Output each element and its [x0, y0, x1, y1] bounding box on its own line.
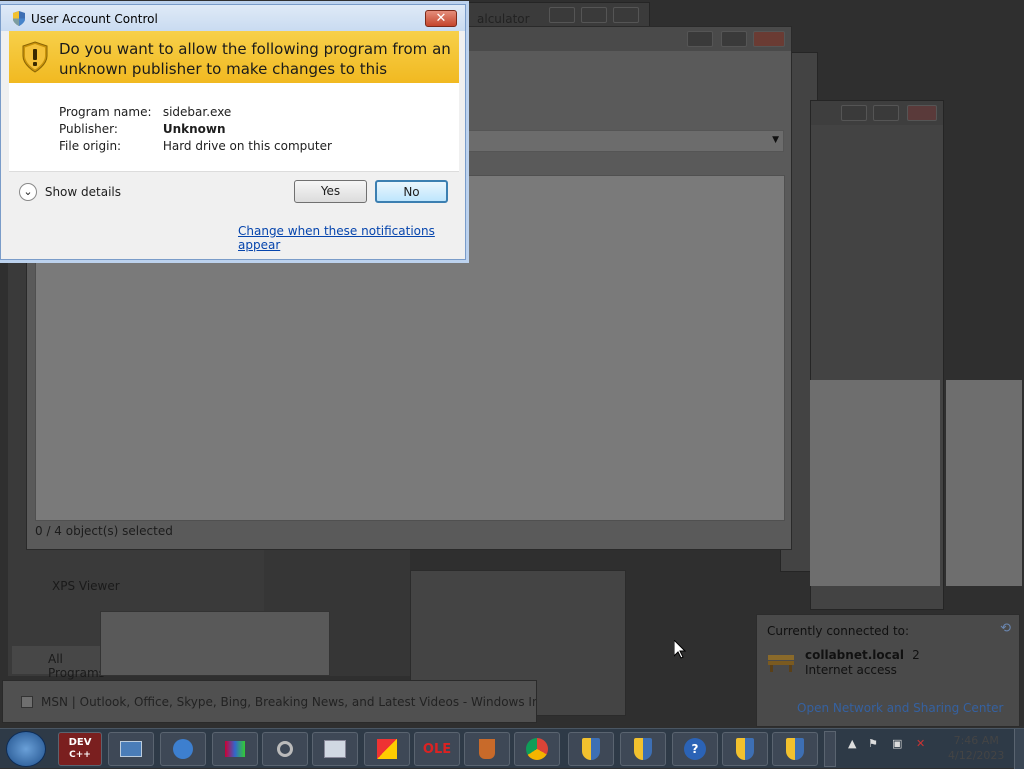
- network-tray-icon[interactable]: ▣: [892, 737, 902, 750]
- calculator-title: alculator: [477, 12, 530, 26]
- uac-question-line1: Do you want to allow the following progr…: [59, 40, 451, 58]
- publisher-row: Publisher: Unknown: [59, 122, 226, 136]
- maximize-button[interactable]: [581, 7, 607, 23]
- no-button[interactable]: No: [375, 180, 448, 203]
- program-name-row: Program name: sidebar.exe: [59, 105, 231, 119]
- network-status: Internet access: [805, 663, 897, 677]
- uac-banner: Do you want to allow the following progr…: [9, 31, 459, 98]
- start-menu-all-programs[interactable]: All Programs: [12, 646, 105, 680]
- tooltip-blank: [100, 611, 330, 676]
- refresh-icon[interactable]: ⟲: [1000, 621, 1011, 636]
- taskbar-clock[interactable]: 7:46 AM 4/12/2023: [948, 733, 1004, 763]
- internet-explorer-icon[interactable]: [160, 732, 206, 766]
- bg-window-tall-titlebar: [811, 101, 943, 125]
- show-details-toggle[interactable]: ⌄ Show details: [19, 183, 121, 201]
- explorer-status: 0 / 4 object(s) selected: [35, 524, 173, 538]
- bg-panel-gray-2: [946, 380, 1022, 586]
- uac-info-panel: Program name: sidebar.exe Publisher: Unk…: [9, 83, 459, 171]
- show-hidden-icons-icon[interactable]: ▲: [848, 737, 856, 750]
- program-name-label: Program name:: [59, 105, 152, 119]
- chrome-icon[interactable]: [514, 732, 560, 766]
- help-glyph: ?: [684, 738, 706, 760]
- taskbar: DEV C++ OLE ? ▲ ⚑ ▣ ✕ 7:46 AM 4/12/2023: [0, 728, 1024, 769]
- msn-thumbnail-item[interactable]: MSN | Outlook, Office, Skype, Bing, Brea…: [2, 680, 537, 723]
- open-network-center-link[interactable]: Open Network and Sharing Center: [797, 701, 1003, 715]
- start-menu-item-xps[interactable]: XPS Viewer: [52, 579, 120, 593]
- yes-button[interactable]: Yes: [294, 180, 367, 203]
- publisher-label: Publisher:: [59, 122, 118, 136]
- bg-panel-gray: [810, 380, 940, 586]
- vmware-icon[interactable]: [312, 732, 358, 766]
- warning-shield-icon: [21, 41, 49, 76]
- file-origin-value: Hard drive on this computer: [162, 139, 332, 153]
- action-center-flag-icon[interactable]: ⚑: [868, 737, 878, 750]
- uac-shield-icon: [11, 10, 27, 30]
- clock-date: 4/12/2023: [948, 749, 1005, 762]
- minimize-button[interactable]: [549, 7, 575, 23]
- taskbar-scroll[interactable]: [824, 731, 836, 767]
- media-center-icon[interactable]: [212, 732, 258, 766]
- chevron-down-icon: ▼: [772, 135, 779, 145]
- msn-item-label: MSN | Outlook, Office, Skype, Bing, Brea…: [41, 695, 536, 709]
- paint-icon[interactable]: [364, 732, 410, 766]
- maximize-button[interactable]: [721, 31, 747, 47]
- file-origin-label: File origin:: [59, 139, 122, 153]
- close-button[interactable]: [907, 105, 937, 121]
- uac-title: User Account Control: [31, 12, 158, 26]
- dev-cpp-icon[interactable]: DEV C++: [58, 732, 102, 766]
- remote-desktop-icon[interactable]: [108, 732, 154, 766]
- publisher-value: Unknown: [162, 122, 226, 136]
- close-button[interactable]: [753, 31, 785, 47]
- volume-muted-icon[interactable]: ✕: [916, 737, 925, 750]
- network-bench-icon: [767, 651, 795, 673]
- explorer-dropdown[interactable]: ▼: [467, 130, 784, 152]
- uac-separator: [9, 171, 459, 172]
- chevron-down-icon: ⌄: [19, 183, 37, 201]
- ie-window-icon: [21, 696, 33, 708]
- uac-shield-icon[interactable]: [772, 732, 818, 766]
- network-name: collabnet.local 2: [805, 648, 920, 662]
- minimize-button[interactable]: [687, 31, 713, 47]
- uac-shield-icon[interactable]: [568, 732, 614, 766]
- start-button[interactable]: [6, 731, 46, 767]
- program-name-value: sidebar.exe: [162, 105, 232, 119]
- maximize-button[interactable]: [873, 105, 899, 121]
- uac-shield-icon[interactable]: [620, 732, 666, 766]
- uac-dialog: User Account Control ✕ Do you want to al…: [0, 4, 466, 260]
- show-desktop-button[interactable]: [1014, 729, 1024, 769]
- minimize-button[interactable]: [841, 105, 867, 121]
- show-details-label: Show details: [44, 185, 121, 199]
- file-origin-row: File origin: Hard drive on this computer: [59, 139, 332, 153]
- network-popup-header: Currently connected to:: [767, 624, 910, 638]
- help-icon[interactable]: ?: [672, 732, 718, 766]
- dev-cpp-sub: C++: [69, 750, 91, 760]
- network-popup: Currently connected to: ⟲ collabnet.loca…: [756, 614, 1020, 727]
- network-number: 2: [912, 648, 920, 662]
- uac-titlebar: User Account Control ✕: [1, 5, 465, 31]
- mouse-cursor-icon: [673, 638, 687, 662]
- dev-cpp-label: DEV: [68, 737, 92, 748]
- magnifier-icon[interactable]: [262, 732, 308, 766]
- ole-label: OLE: [422, 741, 452, 757]
- change-notifications-link[interactable]: Change when these notifications appear: [238, 224, 465, 252]
- java-icon[interactable]: [464, 732, 510, 766]
- network-name-text: collabnet.local: [805, 648, 904, 662]
- uac-shield-icon[interactable]: [722, 732, 768, 766]
- close-button[interactable]: ✕: [425, 10, 457, 27]
- close-button[interactable]: [613, 7, 639, 23]
- clock-time: 7:46 AM: [953, 734, 999, 747]
- ole-viewer-icon[interactable]: OLE: [414, 732, 460, 766]
